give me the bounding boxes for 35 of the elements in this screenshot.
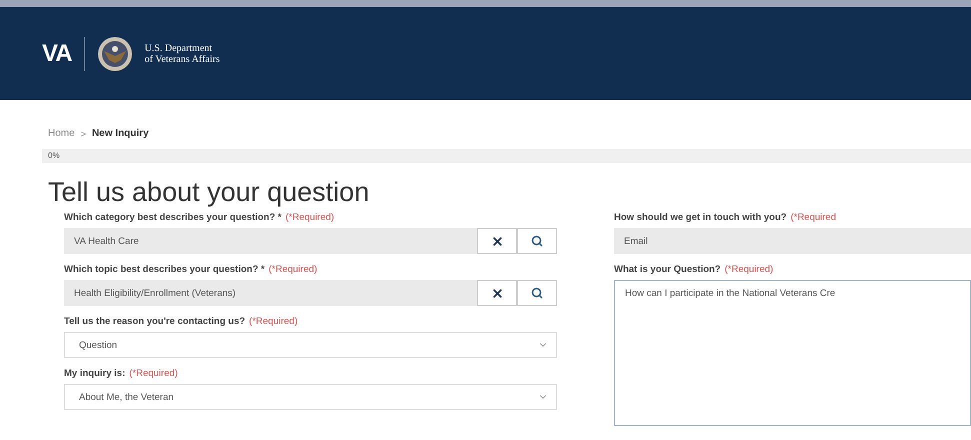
lookup-field[interactable]: VA Health Care [64, 228, 477, 254]
breadcrumb-link[interactable]: Home [48, 128, 75, 139]
dropdown[interactable]: About Me, the Veteran [64, 384, 557, 410]
required-note: (*Required) [724, 264, 774, 275]
progress-label: 0% [48, 151, 60, 160]
department-name: U.S. Department [144, 42, 214, 54]
required-note: (*Required) [249, 316, 298, 327]
field-label: My inquiry is: [64, 368, 126, 379]
search-button[interactable] [517, 228, 557, 254]
seal-icon [96, 36, 133, 72]
required-note: (*Required) [286, 212, 334, 223]
va-logo: VA [42, 40, 72, 68]
search-button[interactable] [517, 280, 557, 306]
lookup-field[interactable]: Health Eligibility/Enrollment (Veterans) [64, 280, 477, 306]
page-heading: Tell us about your question [48, 177, 370, 208]
required-note: (*Required [790, 212, 836, 223]
field-label: What is your Question? [614, 264, 721, 275]
dropdown[interactable]: Question [64, 332, 557, 358]
breadcrumb-separator: > [80, 128, 86, 138]
field-label: Tell us the reason you're contacting us? [64, 316, 246, 327]
question-textarea[interactable]: How can I participate in the National Veterans Cre [614, 280, 971, 426]
field-label: Which topic best describes your question? * [64, 264, 265, 275]
field-label: How should we get in touch with you? [614, 212, 787, 223]
close-icon [490, 234, 504, 248]
required-note: (*Required) [268, 264, 318, 275]
readonly-field[interactable]: Email [614, 228, 971, 254]
breadcrumb-link[interactable]: New Inquiry [92, 128, 149, 139]
department-name: of Veterans Affairs [144, 54, 220, 64]
required-note: (*Required) [129, 368, 178, 379]
search-icon [531, 235, 543, 247]
field-label: Which category best describes your question? * [64, 212, 282, 223]
close-icon [490, 286, 504, 300]
clear-button[interactable] [477, 228, 517, 254]
search-icon [531, 287, 543, 299]
clear-button[interactable] [477, 280, 517, 306]
